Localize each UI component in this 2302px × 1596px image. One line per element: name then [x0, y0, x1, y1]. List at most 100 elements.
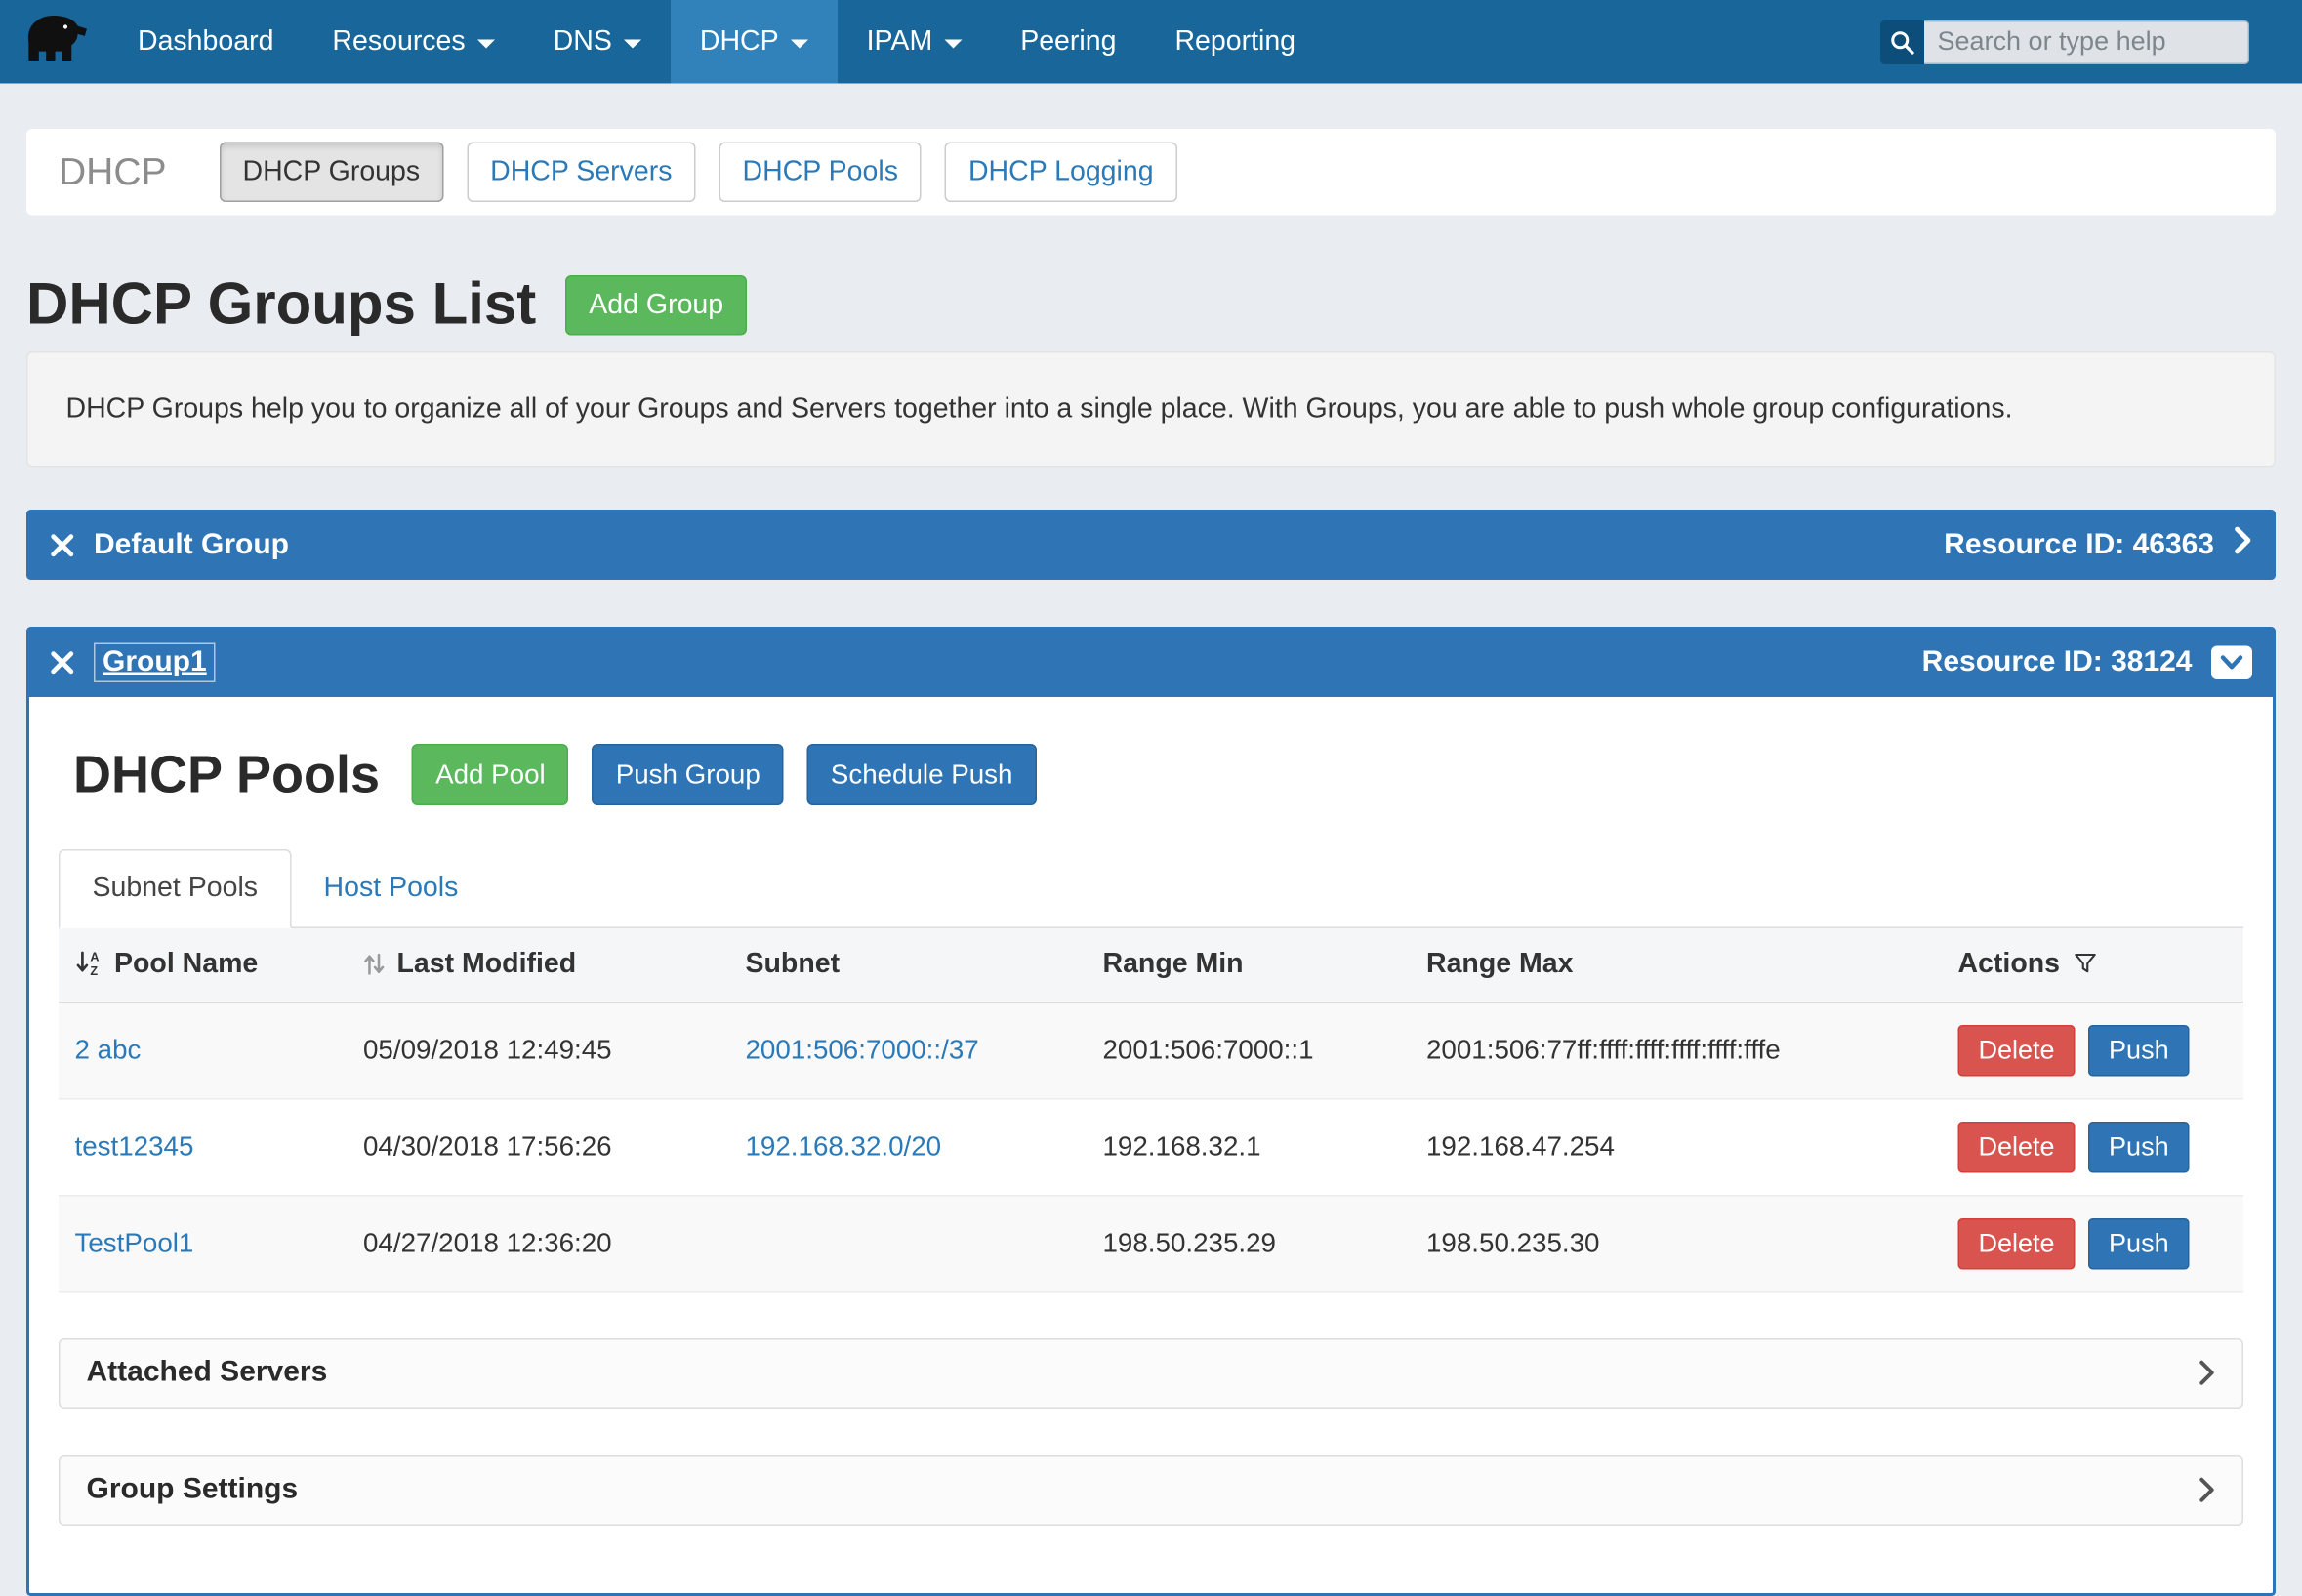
group1-section: Group1 Resource ID: 38124 DHCP Pools Add…: [26, 627, 2276, 1596]
actions-cell: DeletePush: [1942, 1195, 2243, 1291]
range-min-cell: 198.50.235.29: [1087, 1195, 1411, 1291]
provision-app: Dashboard Resources DNS DHCP IPAM Peerin…: [0, 0, 2302, 1558]
group-name: Default Group: [94, 528, 289, 562]
dhcp-pools-title: DHCP Pools: [73, 744, 380, 805]
tab-host-pools[interactable]: Host Pools: [292, 851, 491, 927]
nav-item-resources[interactable]: Resources: [303, 0, 523, 84]
table-row: test12345 04/30/2018 17:56:26 192.168.32…: [59, 1099, 2243, 1196]
group-name-link[interactable]: Group1: [94, 642, 216, 682]
provision-logo[interactable]: [0, 0, 108, 84]
close-icon[interactable]: [50, 649, 75, 675]
sort-icon: [363, 952, 386, 977]
section-label: DHCP: [59, 149, 167, 195]
svg-text:Z: Z: [90, 964, 98, 977]
attached-servers-accordion[interactable]: Attached Servers: [59, 1338, 2243, 1409]
nav-label: Resources: [332, 25, 465, 58]
push-button[interactable]: Push: [2088, 1122, 2190, 1172]
nav-item-peering[interactable]: Peering: [991, 0, 1145, 84]
col-header-pool-name[interactable]: A Z Pool Name: [59, 928, 348, 1003]
main-nav: Dashboard Resources DNS DHCP IPAM Peerin…: [108, 0, 1325, 84]
tab-dhcp-logging[interactable]: DHCP Logging: [945, 142, 1177, 203]
col-header-range-max: Range Max: [1411, 928, 1943, 1003]
chevron-down-icon: [791, 39, 808, 48]
range-min-cell: 192.168.32.1: [1087, 1099, 1411, 1196]
chevron-right-icon: [2199, 1359, 2216, 1387]
chevron-right-icon: [2199, 1476, 2216, 1504]
nav-item-ipam[interactable]: IPAM: [838, 0, 992, 84]
subnet-cell: [729, 1195, 1087, 1291]
nav-label: IPAM: [867, 25, 933, 58]
col-header-label: Actions: [1958, 949, 2061, 980]
navbar-search-area: [1880, 0, 2302, 84]
col-header-label: Range Min: [1103, 949, 1244, 980]
description-well: DHCP Groups help you to organize all of …: [26, 351, 2276, 468]
subnet-link[interactable]: 192.168.32.0/20: [746, 1130, 942, 1162]
push-button[interactable]: Push: [2088, 1025, 2190, 1076]
nav-item-dns[interactable]: DNS: [524, 0, 671, 84]
range-max-cell: 192.168.47.254: [1411, 1099, 1943, 1196]
col-header-actions: Actions: [1942, 928, 2243, 1003]
description-text: DHCP Groups help you to organize all of …: [66, 394, 2013, 426]
search-input[interactable]: [1924, 20, 2249, 63]
nav-label: DNS: [554, 25, 612, 58]
search-icon[interactable]: [1880, 20, 1924, 63]
sort-alpha-icon: A Z: [75, 949, 103, 977]
close-icon[interactable]: [50, 532, 75, 557]
tab-subnet-pools[interactable]: Subnet Pools: [59, 849, 292, 928]
actions-cell: DeletePush: [1942, 1003, 2243, 1099]
group-header-group1[interactable]: Group1 Resource ID: 38124: [26, 627, 2276, 697]
chevron-down-icon: [624, 39, 641, 48]
chevron-down-icon: [477, 39, 495, 48]
subnet-link[interactable]: 2001:506:7000::/37: [746, 1035, 979, 1066]
push-button[interactable]: Push: [2088, 1218, 2190, 1269]
nav-label: Reporting: [1174, 25, 1295, 58]
group-settings-accordion[interactable]: Group Settings: [59, 1455, 2243, 1526]
range-max-cell: 2001:506:77ff:ffff:ffff:ffff:ffff:fffe: [1411, 1003, 1943, 1099]
col-header-label: Subnet: [746, 949, 841, 980]
col-header-last-modified[interactable]: Last Modified: [348, 928, 730, 1003]
tab-dhcp-pools[interactable]: DHCP Pools: [719, 142, 922, 203]
pool-name-link[interactable]: TestPool1: [75, 1227, 194, 1258]
pool-name-link[interactable]: test12345: [75, 1130, 194, 1162]
nav-item-dashboard[interactable]: Dashboard: [108, 0, 303, 84]
chevron-right-icon: [2234, 526, 2253, 564]
chevron-down-icon: [944, 39, 962, 48]
dhcp-pools-header: DHCP Pools Add Pool Push Group Schedule …: [73, 744, 2243, 805]
accordion-label: Attached Servers: [87, 1356, 328, 1390]
range-min-cell: 2001:506:7000::1: [1087, 1003, 1411, 1099]
push-group-button[interactable]: Push Group: [593, 744, 784, 804]
group-header-default-group[interactable]: Default Group Resource ID: 46363: [26, 510, 2276, 580]
resource-id-label: Resource ID: 38124: [1922, 645, 2193, 679]
nav-item-dhcp[interactable]: DHCP: [671, 0, 838, 84]
tab-dhcp-servers[interactable]: DHCP Servers: [467, 142, 695, 203]
last-modified-cell: 05/09/2018 12:49:45: [348, 1003, 730, 1099]
delete-button[interactable]: Delete: [1958, 1025, 2076, 1076]
nav-label: DHCP: [700, 25, 779, 58]
schedule-push-button[interactable]: Schedule Push: [807, 744, 1037, 804]
add-group-button[interactable]: Add Group: [565, 274, 747, 336]
group-header-right: Resource ID: 46363: [1944, 526, 2252, 564]
elephant-icon: [21, 12, 88, 72]
pool-name-link[interactable]: 2 abc: [75, 1035, 142, 1066]
top-navbar: Dashboard Resources DNS DHCP IPAM Peerin…: [0, 0, 2302, 84]
last-modified-cell: 04/30/2018 17:56:26: [348, 1099, 730, 1196]
table-row: 2 abc 05/09/2018 12:49:45 2001:506:7000:…: [59, 1003, 2243, 1099]
filter-icon[interactable]: [2074, 952, 2097, 975]
accordion-label: Group Settings: [87, 1473, 299, 1507]
chevron-down-icon: [2220, 645, 2243, 679]
subnet-pools-table: A Z Pool Name Last Modif: [59, 928, 2243, 1292]
pool-type-tabs: Subnet Pools Host Pools: [59, 849, 2243, 928]
nav-item-reporting[interactable]: Reporting: [1145, 0, 1325, 84]
actions-cell: DeletePush: [1942, 1099, 2243, 1196]
col-header-range-min: Range Min: [1087, 928, 1411, 1003]
tab-dhcp-groups[interactable]: DHCP Groups: [220, 142, 444, 203]
collapse-toggle[interactable]: [2211, 645, 2252, 679]
delete-button[interactable]: Delete: [1958, 1218, 2076, 1269]
table-header-row: A Z Pool Name Last Modif: [59, 928, 2243, 1003]
nav-label: Peering: [1020, 25, 1116, 58]
col-header-label: Range Max: [1426, 949, 1573, 980]
group1-panel: DHCP Pools Add Pool Push Group Schedule …: [26, 697, 2276, 1596]
add-pool-button[interactable]: Add Pool: [412, 744, 569, 804]
group-header-right: Resource ID: 38124: [1922, 645, 2252, 679]
delete-button[interactable]: Delete: [1958, 1122, 2076, 1172]
